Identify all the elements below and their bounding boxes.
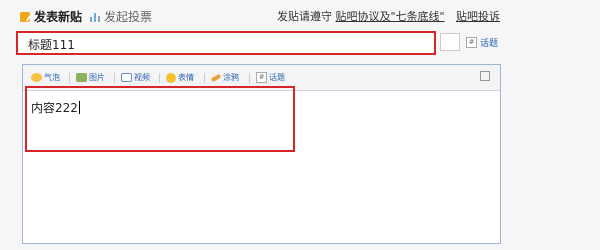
poll-icon xyxy=(90,12,100,22)
content-value: 内容222 xyxy=(31,101,78,115)
toolbar-topic-button[interactable]: # 话题 xyxy=(256,72,285,83)
tab-poll[interactable]: 发起投票 xyxy=(90,8,152,25)
toolbar-bubble-label: 气泡 xyxy=(44,73,60,82)
report-link[interactable]: 贴吧投诉 xyxy=(456,8,500,24)
video-icon xyxy=(121,73,132,82)
title-side-box[interactable] xyxy=(440,33,460,51)
toolbar-divider xyxy=(249,73,250,83)
tab-new-post[interactable]: 发表新贴 xyxy=(20,8,82,25)
title-field-highlight xyxy=(16,31,436,55)
bubble-icon xyxy=(31,73,42,82)
brush-icon xyxy=(210,73,222,82)
toolbar-bubble-button[interactable]: 气泡 xyxy=(31,72,60,83)
tab-poll-label: 发起投票 xyxy=(104,10,153,24)
toolbar-emoji-button[interactable]: 表情 xyxy=(166,72,194,83)
toolbar-picture-button[interactable]: 图片 xyxy=(76,72,105,83)
rules-notice: 发贴请遵守 贴吧协议及"七条底线" xyxy=(277,8,445,24)
content-highlight xyxy=(25,86,295,152)
tab-new-post-label: 发表新贴 xyxy=(34,10,83,24)
toolbar-picture-label: 图片 xyxy=(89,73,105,82)
toolbar-brush-button[interactable]: 涂鸦 xyxy=(210,72,239,83)
content-editor[interactable]: 气泡 图片 视频 表情 涂鸦 # 话题 内容222 xyxy=(22,64,501,244)
toolbar-emoji-label: 表情 xyxy=(178,73,194,82)
topic-mini-label: 话题 xyxy=(480,39,499,49)
toolbar-divider xyxy=(159,73,160,83)
picture-icon xyxy=(76,73,87,82)
hash-icon: # xyxy=(256,72,267,83)
rules-prefix: 发贴请遵守 xyxy=(277,10,332,23)
title-input[interactable] xyxy=(26,35,430,53)
rules-link[interactable]: 贴吧协议及"七条底线" xyxy=(336,10,445,23)
content-text[interactable]: 内容222 xyxy=(31,99,80,116)
text-caret xyxy=(78,101,80,114)
edit-icon xyxy=(20,11,30,22)
toolbar-brush-label: 涂鸦 xyxy=(223,73,239,82)
topic-mini-button[interactable]: # 话题 xyxy=(466,36,498,49)
editor-header: 发表新贴 发起投票 发贴请遵守 贴吧协议及"七条底线" 贴吧投诉 xyxy=(0,0,600,30)
toolbar-topic-label: 话题 xyxy=(269,73,285,82)
toolbar-video-button[interactable]: 视频 xyxy=(121,72,150,83)
toolbar-divider xyxy=(114,73,115,83)
toolbar-video-label: 视频 xyxy=(134,73,150,82)
toolbar-divider xyxy=(69,73,70,83)
emoji-icon xyxy=(166,72,176,83)
toolbar-divider xyxy=(204,73,205,83)
expand-icon[interactable] xyxy=(480,71,490,81)
hash-icon: # xyxy=(466,37,477,48)
